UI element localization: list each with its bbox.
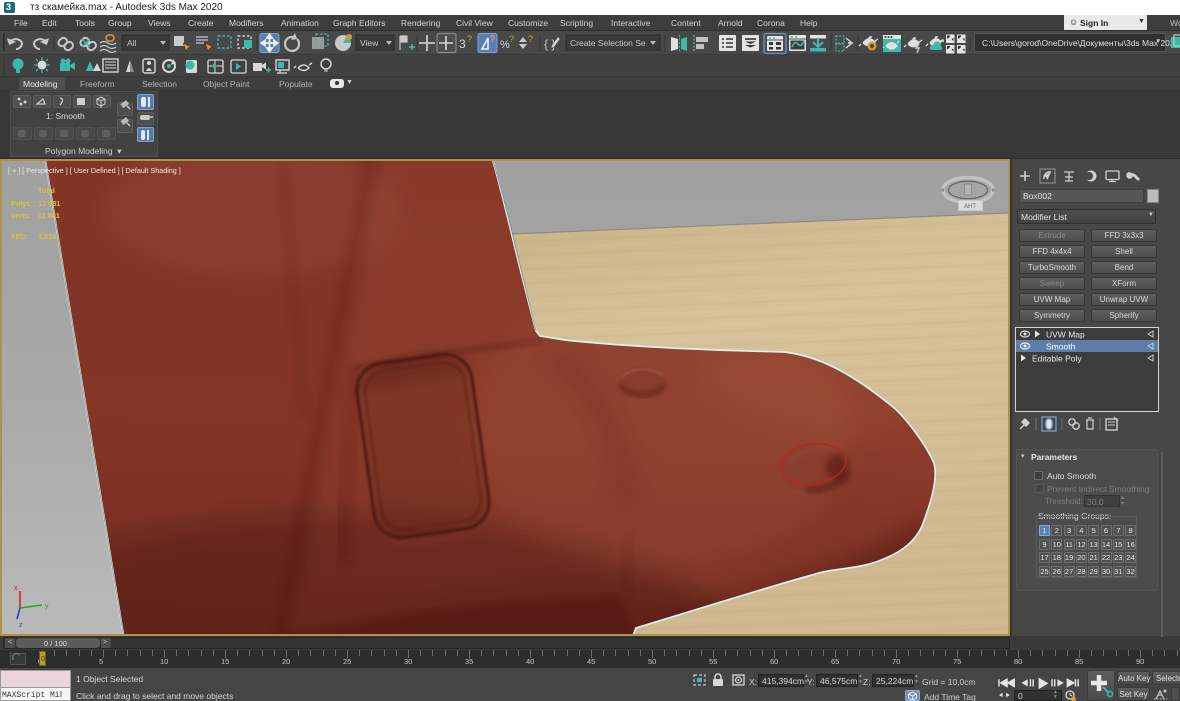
svg-text:View: View (360, 38, 379, 48)
svg-text:3,016: 3,016 (38, 232, 56, 241)
svg-text:FPS:: FPS: (11, 232, 28, 241)
svg-text:y: y (45, 603, 49, 610)
svg-text:Total: Total (38, 186, 55, 195)
svg-text:UVW Map: UVW Map (1046, 330, 1085, 340)
svg-text:z: z (19, 622, 23, 629)
svg-text:Polys:: Polys: (11, 199, 33, 208)
svg-text:АНТ: АНТ (964, 204, 976, 210)
svg-text:?: ? (467, 34, 472, 44)
svg-text:?: ? (509, 34, 514, 44)
svg-text:?: ? (490, 34, 495, 44)
svg-text:x: x (14, 585, 18, 592)
svg-text:Smooth: Smooth (1046, 342, 1076, 352)
svg-text:Editable Poly: Editable Poly (1032, 354, 1082, 364)
svg-text:All: All (127, 38, 137, 48)
svg-text:12 081: 12 081 (38, 199, 60, 208)
svg-text:11 801: 11 801 (38, 211, 60, 220)
svg-text:Create Selection Se: Create Selection Se (570, 38, 646, 48)
svg-text:Verts:: Verts: (11, 211, 31, 220)
svg-text:[ + ] [ Perspective ] [ User D: [ + ] [ Perspective ] [ User Defined ] [… (8, 166, 181, 175)
svg-text:3: 3 (459, 37, 466, 51)
svg-text:?: ? (528, 34, 533, 44)
